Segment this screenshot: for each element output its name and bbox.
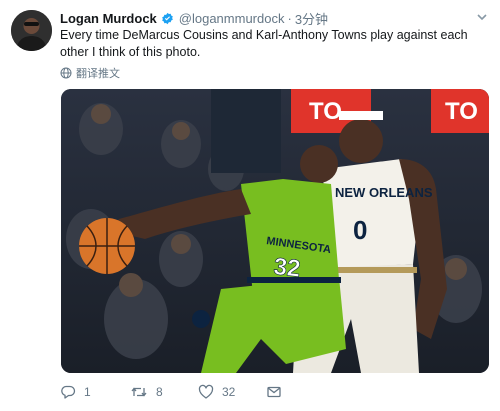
tweet-card[interactable]: Logan Murdock @loganmmurdock · 3分钟 Every… [0, 0, 500, 411]
heart-icon [198, 384, 214, 399]
translate-label: 翻译推文 [76, 68, 120, 80]
tweet-actions: 1 8 32 [60, 384, 460, 404]
tweet-text: Every time DeMarcus Cousins and Karl-Ant… [60, 28, 468, 59]
banner-left-text: TO [309, 98, 342, 125]
tweet-photo[interactable]: TO TO NEW ORLEANS 0 MINNESOTA 32 [61, 89, 489, 373]
reply-icon [61, 385, 76, 399]
avatar[interactable] [11, 10, 52, 51]
green-jersey-number-text: 32 [272, 253, 301, 283]
header-separator: · [287, 10, 292, 26]
basketball [79, 218, 135, 274]
like-button[interactable]: 32 [198, 384, 235, 400]
chevron-down-icon[interactable] [476, 11, 488, 23]
reply-button[interactable]: 1 [60, 384, 91, 400]
author-handle[interactable]: @loganmmurdock [179, 11, 285, 26]
tweet-timestamp[interactable]: 3分钟 [295, 9, 328, 28]
white-jersey-team-text: NEW ORLEANS [335, 185, 433, 200]
verified-badge-icon [161, 12, 173, 24]
author-name[interactable]: Logan Murdock [60, 11, 157, 26]
direct-message-button[interactable] [266, 384, 290, 400]
retweet-count: 8 [156, 385, 163, 399]
basketball-photo: TO TO NEW ORLEANS 0 MINNESOTA 32 [61, 89, 489, 373]
globe-icon [60, 67, 72, 79]
translate-tweet-link[interactable]: 翻译推文 [60, 65, 120, 81]
like-count: 32 [222, 385, 236, 399]
tweet-header: Logan Murdock @loganmmurdock · 3分钟 [60, 9, 328, 28]
white-jersey-number-text: 0 [353, 215, 367, 245]
retweet-button[interactable]: 8 [130, 384, 163, 400]
envelope-icon [267, 386, 281, 398]
reply-count: 1 [84, 385, 91, 399]
retweet-icon [131, 387, 147, 397]
banner-right-text: TO [445, 98, 478, 125]
